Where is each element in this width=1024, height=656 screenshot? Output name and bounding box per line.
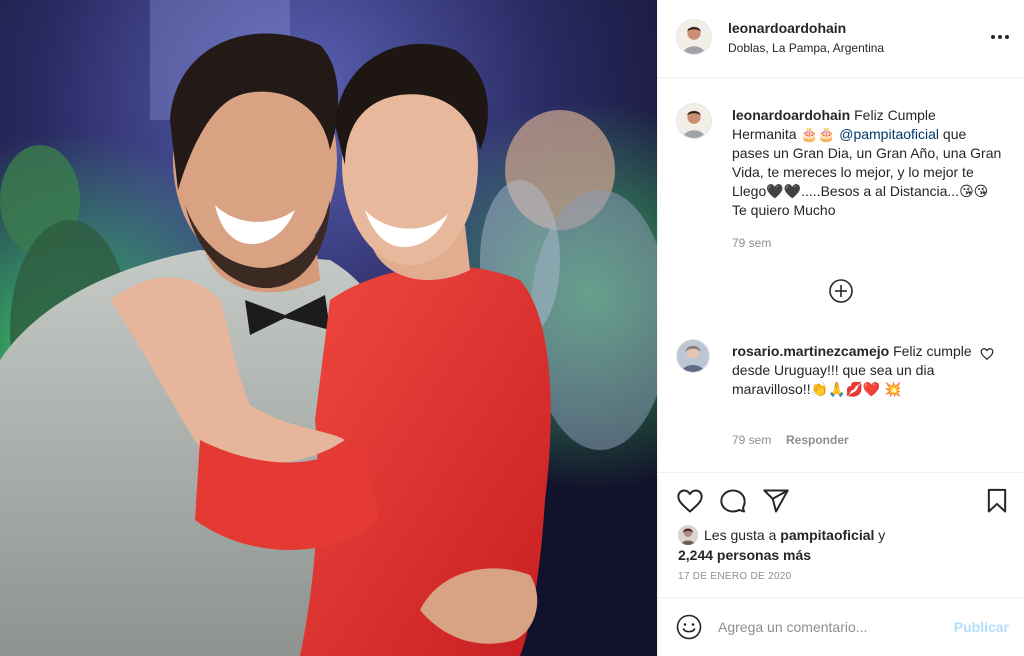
likes-summary: Les gusta a pampitaoficial y 2,244 perso…	[678, 525, 1008, 565]
author-username[interactable]: leonardoardohain	[728, 20, 846, 36]
caption-avatar[interactable]	[676, 103, 712, 139]
commenter-avatar[interactable]	[676, 339, 710, 373]
bookmark-icon[interactable]	[983, 487, 1011, 515]
post-date[interactable]: 17 DE ENERO DE 2020	[678, 571, 792, 582]
post-header: leonardoardohain Doblas, La Pampa, Argen…	[658, 0, 1024, 78]
reply-button[interactable]: Responder	[786, 433, 849, 447]
publish-button[interactable]: Publicar	[954, 619, 1009, 635]
load-more-comments-icon[interactable]	[827, 277, 855, 305]
comment-input[interactable]	[718, 616, 938, 638]
more-options-icon[interactable]	[989, 26, 1011, 48]
caption-username[interactable]: leonardoardohain	[732, 107, 850, 123]
share-icon[interactable]	[762, 487, 790, 515]
comments-section: leonardoardohain Feliz Cumple Hermanita …	[658, 79, 1024, 472]
emoji-icon[interactable]	[676, 614, 702, 640]
comment-heart-icon[interactable]	[980, 347, 994, 361]
author-avatar[interactable]	[676, 19, 712, 55]
post-photo[interactable]	[0, 0, 657, 656]
caption-text: leonardoardohain Feliz Cumple Hermanita …	[732, 106, 1002, 220]
liked-by-username[interactable]: pampitaoficial	[780, 527, 874, 543]
comment-text: rosario.martinezcamejo Feliz cumple desd…	[732, 342, 977, 399]
caption-mention[interactable]: @pampitaoficial	[839, 126, 939, 142]
comment-icon[interactable]	[719, 487, 747, 515]
comment-time: 79 sem	[732, 433, 772, 447]
caption-time: 79 sem	[732, 236, 772, 250]
post-actions: Les gusta a pampitaoficial y 2,244 perso…	[658, 472, 1024, 597]
liker-avatar[interactable]	[678, 525, 698, 545]
add-comment-bar: Publicar	[658, 597, 1024, 656]
post-detail-panel: leonardoardohain Doblas, La Pampa, Argen…	[657, 0, 1024, 656]
post-location[interactable]: Doblas, La Pampa, Argentina	[728, 41, 884, 55]
likes-others[interactable]: 2,244 personas más	[678, 547, 811, 563]
commenter-username[interactable]: rosario.martinezcamejo	[732, 343, 889, 359]
likes-prefix: Les gusta a	[704, 527, 781, 543]
likes-connector: y	[874, 527, 886, 543]
heart-icon[interactable]	[676, 487, 704, 515]
party-photo-illustration	[0, 0, 657, 656]
